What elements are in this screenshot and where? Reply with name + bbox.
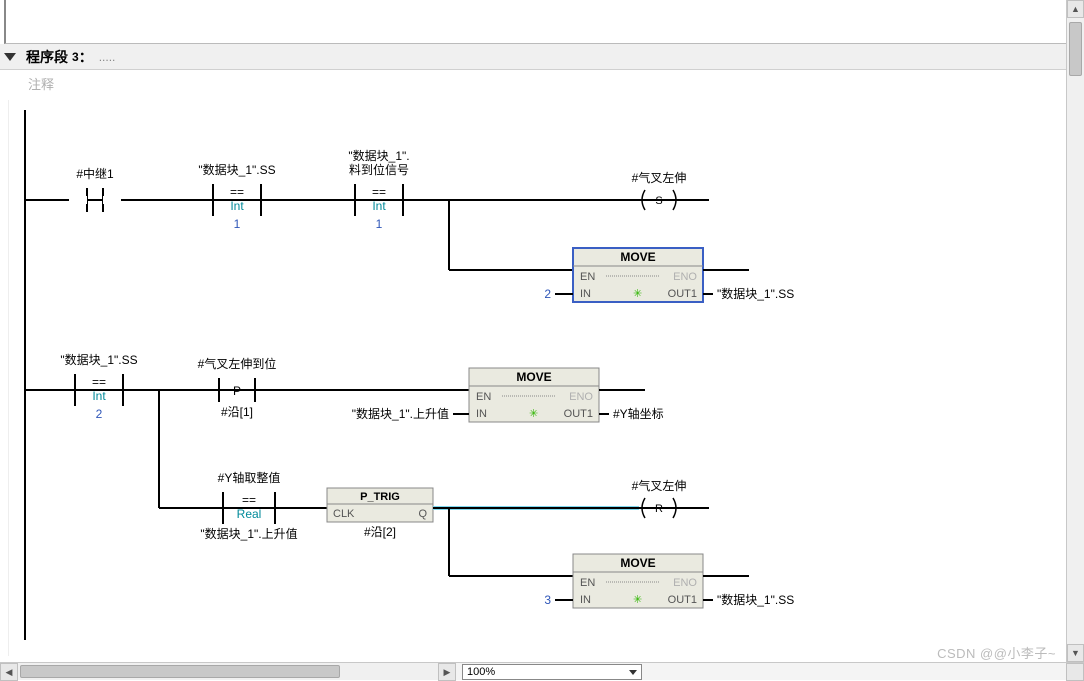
svg-text:"数据块_1".上升值: "数据块_1".上升值 [352, 406, 449, 421]
svg-text:"数据块_1".: "数据块_1". [348, 148, 409, 163]
svg-text:MOVE: MOVE [516, 370, 551, 384]
coil-set-1[interactable]: #气叉左伸 S [632, 170, 709, 210]
svg-text:#气叉左伸: #气叉左伸 [632, 478, 687, 493]
svg-text:IN: IN [580, 288, 591, 300]
svg-text:ENO: ENO [673, 577, 697, 589]
section-title: 程序段 [26, 47, 68, 67]
bottom-bar: ◀ ▶ 100% [0, 662, 1084, 680]
svg-text:#气叉左伸: #气叉左伸 [632, 170, 687, 185]
svg-text:IN: IN [476, 408, 487, 420]
svg-text:Int: Int [230, 199, 244, 213]
section-number: 3 [72, 50, 79, 64]
svg-text:OUT1: OUT1 [668, 288, 697, 300]
scroll-track-h[interactable] [18, 663, 438, 680]
rung2: "数据块_1".SS == Int 2 #气叉左伸到位 P #沿[1] [25, 352, 664, 508]
ladder-svg: #中继1 "数据块_1".SS == Int 1 "数据块_1". 料到位信号 [9, 100, 1049, 656]
zoom-value: 100% [467, 666, 495, 678]
rung1: #中继1 "数据块_1".SS == Int 1 "数据块_1". 料到位信号 [25, 148, 794, 302]
collapse-toggle-icon[interactable] [4, 53, 16, 61]
svg-text:#Y轴取整值: #Y轴取整值 [218, 470, 281, 485]
scroll-down-icon[interactable]: ▼ [1067, 644, 1084, 662]
comment-row[interactable]: 注释 [0, 70, 1084, 94]
move-block-1[interactable]: MOVE EN ENO IN ✳ OUT1 2 "数据块_1".SS [544, 248, 794, 302]
rung3: #Y轴取整值 == Real "数据块_1".上升值 P_TRIG CLK Q … [159, 470, 794, 608]
svg-text:Q: Q [418, 508, 427, 520]
svg-text:Int: Int [372, 199, 386, 213]
svg-text:P: P [233, 384, 241, 398]
section-header[interactable]: 程序段 3 ： ..... [0, 44, 1084, 70]
svg-text:MOVE: MOVE [620, 556, 655, 570]
svg-text:ENO: ENO [673, 271, 697, 283]
svg-text:#沿[2]: #沿[2] [364, 525, 396, 539]
svg-text:P_TRIG: P_TRIG [360, 491, 400, 503]
svg-text:IN: IN [580, 594, 591, 606]
svg-text:==: == [242, 493, 256, 507]
section-colon: ： [79, 47, 93, 67]
svg-text:EN: EN [476, 391, 491, 403]
svg-text:#气叉左伸到位: #气叉左伸到位 [198, 356, 277, 371]
svg-text:#中继1: #中继1 [76, 166, 114, 181]
svg-text:==: == [230, 185, 244, 199]
scroll-track-v[interactable] [1067, 18, 1084, 644]
svg-text:1: 1 [376, 217, 383, 231]
svg-text:==: == [92, 375, 106, 389]
coil-reset-1[interactable]: #气叉左伸 R [632, 478, 687, 518]
scroll-right-icon[interactable]: ▶ [438, 663, 456, 681]
svg-text:==: == [372, 185, 386, 199]
prev-section-bottom [4, 0, 1084, 44]
svg-text:CLK: CLK [333, 508, 355, 520]
svg-text:"数据块_1".上升值: "数据块_1".上升值 [200, 526, 297, 541]
move-block-2[interactable]: MOVE EN ENO IN ✳ OUT1 "数据块_1".上升值 #Y轴坐标 [352, 368, 664, 422]
cmp-real-1[interactable]: #Y轴取整值 == Real "数据块_1".上升值 [200, 470, 297, 541]
ladder-canvas[interactable]: #中继1 "数据块_1".SS == Int 1 "数据块_1". 料到位信号 [8, 100, 1064, 656]
svg-text:R: R [655, 503, 663, 515]
svg-text:"数据块_1".SS: "数据块_1".SS [717, 286, 794, 301]
svg-text:✳: ✳ [633, 288, 642, 300]
cmp-block-3[interactable]: "数据块_1".SS == Int 2 [60, 352, 137, 421]
zoom-dropdown[interactable]: 100% [462, 664, 642, 680]
svg-text:Real: Real [237, 507, 262, 521]
dropdown-icon [629, 670, 637, 675]
svg-text:ENO: ENO [569, 391, 593, 403]
scroll-thumb-v[interactable] [1069, 22, 1082, 76]
svg-text:MOVE: MOVE [620, 250, 655, 264]
corner-box [1066, 663, 1084, 681]
svg-text:EN: EN [580, 271, 595, 283]
cmp-block-2[interactable]: "数据块_1". 料到位信号 == Int 1 [348, 148, 409, 231]
scroll-left-icon[interactable]: ◀ [0, 663, 18, 681]
svg-text:3: 3 [544, 593, 551, 607]
svg-text:OUT1: OUT1 [564, 408, 593, 420]
svg-text:2: 2 [96, 407, 103, 421]
section-dots: ..... [99, 50, 116, 64]
svg-text:"数据块_1".SS: "数据块_1".SS [60, 352, 137, 367]
svg-text:✳: ✳ [529, 408, 538, 420]
svg-text:#沿[1]: #沿[1] [221, 405, 253, 419]
move-block-3[interactable]: MOVE EN ENO IN ✳ OUT1 3 "数据块_1".SS [544, 554, 794, 608]
svg-text:S: S [655, 195, 662, 207]
cmp-block-1[interactable]: "数据块_1".SS == Int 1 [198, 162, 275, 231]
svg-text:#Y轴坐标: #Y轴坐标 [613, 406, 664, 421]
p-contact-1[interactable]: #气叉左伸到位 P #沿[1] [198, 356, 277, 419]
contact-no-1[interactable]: #中继1 [69, 166, 121, 212]
svg-text:1: 1 [234, 217, 241, 231]
editor-frame: 程序段 3 ： ..... 注释 #中继1 "数据块_ [0, 0, 1084, 680]
svg-text:"数据块_1".SS: "数据块_1".SS [198, 162, 275, 177]
svg-text:Int: Int [92, 389, 106, 403]
scroll-up-icon[interactable]: ▲ [1067, 0, 1084, 18]
svg-text:✳: ✳ [633, 594, 642, 606]
svg-text:OUT1: OUT1 [668, 594, 697, 606]
svg-text:2: 2 [544, 287, 551, 301]
scroll-thumb-h[interactable] [20, 665, 340, 678]
ptrig-block[interactable]: P_TRIG CLK Q #沿[2] [327, 488, 433, 539]
svg-text:料到位信号: 料到位信号 [349, 162, 409, 177]
vertical-scrollbar[interactable]: ▲ ▼ [1066, 0, 1084, 662]
svg-text:"数据块_1".SS: "数据块_1".SS [717, 592, 794, 607]
svg-text:EN: EN [580, 577, 595, 589]
